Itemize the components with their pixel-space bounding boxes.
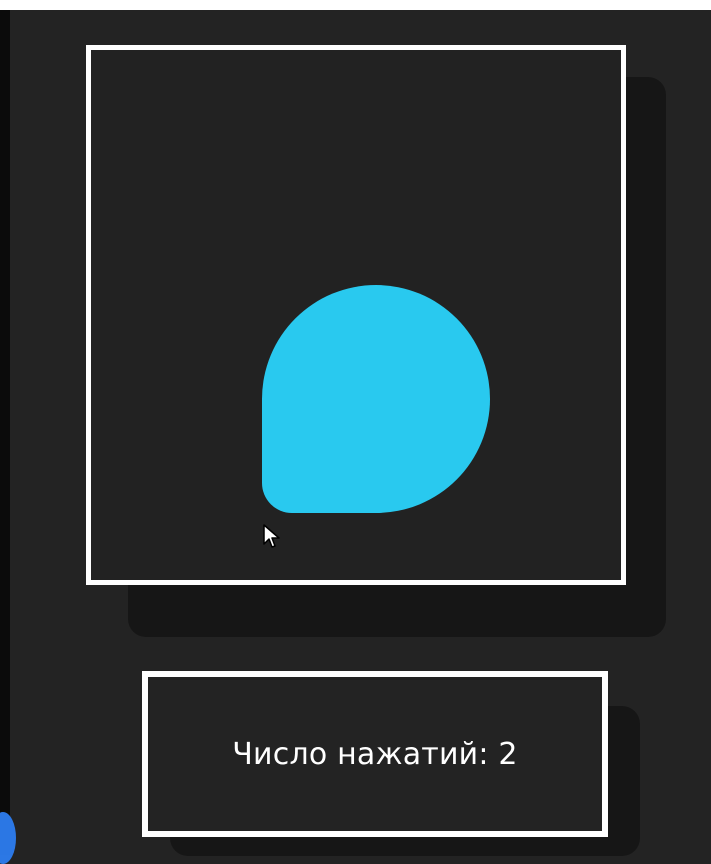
click-counter-box: Число нажатий: 2: [142, 671, 608, 837]
top-light-strip: [0, 0, 711, 10]
mouse-pointer-icon: [263, 524, 280, 548]
left-dark-strip: [0, 0, 10, 855]
blue-blob[interactable]: [262, 285, 490, 513]
tap-area[interactable]: [86, 45, 626, 585]
blue-corner-shape: [0, 812, 16, 864]
click-counter-text: Число нажатий: 2: [232, 736, 518, 772]
